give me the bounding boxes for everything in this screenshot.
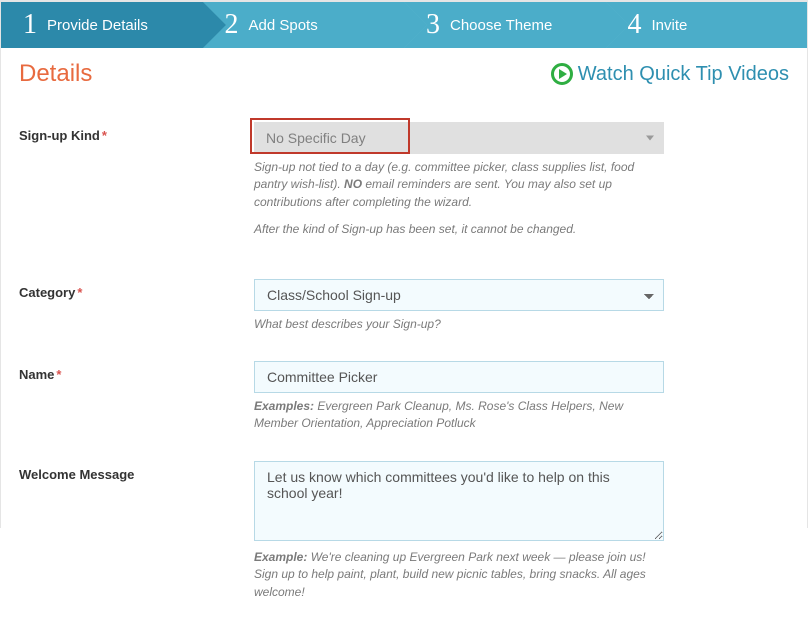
category-label: Category* xyxy=(19,279,254,333)
quick-tip-link-label: Watch Quick Tip Videos xyxy=(578,63,789,86)
signup-kind-value: No Specific Day xyxy=(266,130,366,146)
wizard-step-1-label: Provide Details xyxy=(47,17,148,34)
section-title: Details xyxy=(19,60,92,88)
field-name: Name* Examples: Evergreen Park Cleanup, … xyxy=(19,361,789,433)
watch-quick-tip-videos-link[interactable]: Watch Quick Tip Videos xyxy=(551,63,789,86)
welcome-message-textarea[interactable]: Let us know which committees you'd like … xyxy=(254,461,664,541)
field-category: Category* Class/School Sign-up What best… xyxy=(19,279,789,333)
wizard-step-3[interactable]: 3 Choose Theme xyxy=(404,2,606,48)
required-marker: * xyxy=(77,285,82,300)
name-label: Name* xyxy=(19,361,254,433)
signup-kind-hint-1: Sign-up not tied to a day (e.g. committe… xyxy=(254,159,664,211)
signup-kind-hint-2: After the kind of Sign-up has been set, … xyxy=(254,221,664,238)
wizard-step-3-label: Choose Theme xyxy=(450,17,552,34)
welcome-label: Welcome Message xyxy=(19,461,254,601)
wizard-step-2[interactable]: 2 Add Spots xyxy=(203,2,405,48)
name-label-text: Name xyxy=(19,367,54,382)
play-icon xyxy=(551,63,573,85)
category-hint: What best describes your Sign-up? xyxy=(254,316,664,333)
wizard-step-4[interactable]: 4 Invite xyxy=(606,2,808,48)
wizard-step-4-label: Invite xyxy=(652,17,688,34)
required-marker: * xyxy=(102,128,107,143)
wizard-step-4-num: 4 xyxy=(628,11,642,39)
wizard-step-3-num: 3 xyxy=(426,11,440,39)
welcome-hint: Example: We're cleaning up Evergreen Par… xyxy=(254,549,664,601)
signup-kind-select[interactable]: No Specific Day xyxy=(254,122,664,154)
required-marker: * xyxy=(56,367,61,382)
wizard-steps: 1 Provide Details 2 Add Spots 3 Choose T… xyxy=(1,2,807,48)
signup-kind-label-text: Sign-up Kind xyxy=(19,128,100,143)
name-hint: Examples: Evergreen Park Cleanup, Ms. Ro… xyxy=(254,398,664,433)
wizard-step-2-label: Add Spots xyxy=(249,17,318,34)
name-input[interactable] xyxy=(254,361,664,393)
field-welcome-message: Welcome Message Let us know which commit… xyxy=(19,461,789,601)
signup-kind-label: Sign-up Kind* xyxy=(19,122,254,239)
wizard-step-1[interactable]: 1 Provide Details xyxy=(1,2,203,48)
field-signup-kind: Sign-up Kind* No Specific Day Sign-up no… xyxy=(19,122,789,239)
wizard-step-1-num: 1 xyxy=(23,11,37,39)
category-label-text: Category xyxy=(19,285,75,300)
wizard-step-2-num: 2 xyxy=(225,11,239,39)
category-select[interactable]: Class/School Sign-up xyxy=(254,279,664,311)
